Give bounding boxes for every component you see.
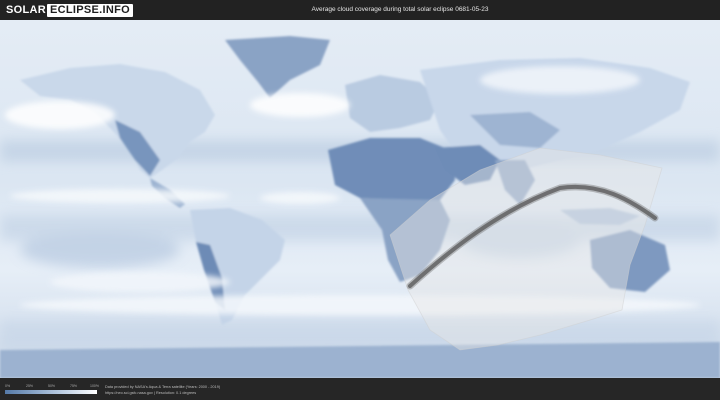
credits-link[interactable]: https://neo.sci.gsfc.nasa.gov | Resoluti…	[105, 390, 220, 396]
legend-color-bar	[5, 390, 97, 394]
logo-solar-text: SOLAR	[6, 4, 46, 16]
cloud-coverage-map[interactable]	[0, 20, 720, 378]
land-africa-north	[328, 138, 455, 200]
page-title: Average cloud coverage during total sola…	[311, 6, 489, 13]
data-credits: Data provided by NASA's Aqua & Terra sat…	[105, 384, 220, 396]
legend-tick-0: 0%	[5, 384, 11, 388]
cloud-coverage-legend: 0% 25% 50% 75% 100%	[5, 384, 99, 396]
bottom-bar: 0% 25% 50% 75% 100% Data provided by NAS…	[0, 378, 720, 400]
site-logo[interactable]: SOLAR ECLIPSE.INFO	[6, 3, 133, 17]
legend-tick-50: 50%	[48, 384, 56, 388]
cloud-siberia	[480, 66, 640, 94]
cloud-north-pacific	[5, 101, 115, 129]
top-bar: SOLAR ECLIPSE.INFO Average cloud coverag…	[0, 0, 720, 20]
legend-ticks: 0% 25% 50% 75% 100%	[5, 384, 99, 389]
legend-tick-75: 75%	[70, 384, 78, 388]
app: SOLAR ECLIPSE.INFO Average cloud coverag…	[0, 0, 720, 400]
legend-tick-25: 25%	[26, 384, 34, 388]
cloud-north-atlantic	[250, 93, 350, 117]
cloud-itcz-atlantic	[260, 192, 340, 204]
map-canvas	[0, 20, 720, 378]
logo-eclipse-text: ECLIPSE.INFO	[47, 3, 133, 17]
pacific-south-clear	[20, 232, 180, 268]
cloud-south-pacific	[50, 272, 230, 292]
cloud-itcz-pacific	[10, 189, 230, 203]
legend-tick-100: 100%	[90, 384, 99, 388]
